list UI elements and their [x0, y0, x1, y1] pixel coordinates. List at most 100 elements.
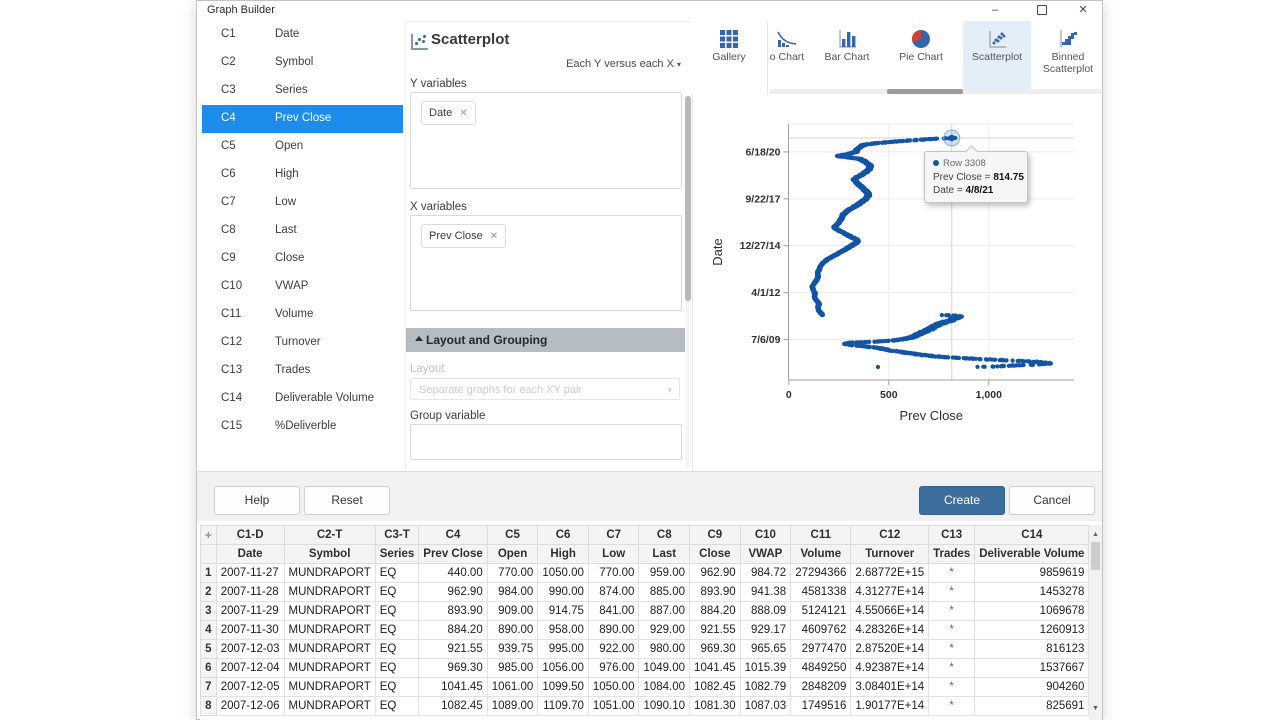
column-item-C3[interactable]: C3Series [202, 77, 403, 105]
table-cell[interactable]: 1260913 [975, 621, 1089, 640]
table-cell[interactable]: * [929, 583, 975, 602]
column-name-header[interactable]: Turnover [851, 545, 929, 564]
table-cell[interactable]: 1082.45 [419, 697, 487, 716]
table-cell[interactable]: 770.00 [588, 564, 639, 583]
table-cell[interactable]: 1041.45 [690, 659, 741, 678]
column-name-header[interactable]: Open [487, 545, 538, 564]
column-name-header[interactable]: Low [588, 545, 639, 564]
row-number[interactable]: 2 [201, 583, 217, 602]
row-number[interactable]: 7 [201, 678, 217, 697]
table-cell[interactable]: 904260 [975, 678, 1089, 697]
column-name-header[interactable]: Date [216, 545, 284, 564]
table-cell[interactable]: 2007-11-29 [216, 602, 284, 621]
table-cell[interactable]: 4.31277E+14 [851, 583, 929, 602]
column-name-header[interactable]: Trades [929, 545, 975, 564]
help-button[interactable]: Help [214, 486, 300, 515]
column-item-C13[interactable]: C13Trades [202, 357, 403, 385]
table-cell[interactable]: 885.00 [639, 583, 690, 602]
table-cell[interactable]: 1041.45 [419, 678, 487, 697]
column-name-header[interactable]: Close [690, 545, 741, 564]
column-item-C10[interactable]: C10VWAP [202, 273, 403, 301]
table-cell[interactable]: 841.00 [588, 602, 639, 621]
table-cell[interactable]: 2.68772E+15 [851, 564, 929, 583]
table-cell[interactable]: 825691 [975, 697, 1089, 716]
variable-chip[interactable]: Prev Close✕ [421, 224, 506, 248]
scatter-plot[interactable]: 6/18/209/22/1712/27/144/1/127/6/0905001,… [692, 96, 1104, 476]
gallery-item-bar-chart[interactable]: Bar Chart [811, 21, 883, 94]
table-cell[interactable]: 969.30 [690, 640, 741, 659]
y-variables-box[interactable]: Date✕ [410, 92, 682, 189]
column-name-header[interactable]: High [538, 545, 589, 564]
column-item-C5[interactable]: C5Open [202, 133, 403, 161]
table-cell[interactable]: 959.00 [639, 564, 690, 583]
variable-chip[interactable]: Date✕ [421, 101, 476, 125]
table-cell[interactable]: 27294366 [791, 564, 851, 583]
table-cell[interactable]: 1089.00 [487, 697, 538, 716]
table-cell[interactable]: EQ [375, 583, 419, 602]
table-cell[interactable]: * [929, 621, 975, 640]
table-cell[interactable]: 969.30 [419, 659, 487, 678]
table-cell[interactable]: EQ [375, 602, 419, 621]
title-bar[interactable]: Graph Builder – ✕ [197, 1, 1102, 22]
table-cell[interactable]: 1090.10 [639, 697, 690, 716]
minimize-button[interactable]: – [980, 1, 1010, 20]
table-cell[interactable]: MUNDRAPORT [284, 583, 375, 602]
table-cell[interactable]: 440.00 [419, 564, 487, 583]
table-cell[interactable]: 958.00 [538, 621, 589, 640]
table-cell[interactable]: 1087.03 [740, 697, 791, 716]
column-item-C12[interactable]: C12Turnover [202, 329, 403, 357]
table-cell[interactable]: MUNDRAPORT [284, 621, 375, 640]
column-name-header[interactable]: Prev Close [419, 545, 487, 564]
column-id-header[interactable]: C14 [975, 526, 1089, 545]
column-item-C6[interactable]: C6High [202, 161, 403, 189]
table-cell[interactable]: 2007-11-27 [216, 564, 284, 583]
column-id-header[interactable]: C1-D [216, 526, 284, 545]
row-number[interactable]: 3 [201, 602, 217, 621]
table-cell[interactable]: 1069678 [975, 602, 1089, 621]
column-id-header[interactable]: C7 [588, 526, 639, 545]
table-cell[interactable]: * [929, 697, 975, 716]
scroll-up-icon[interactable]: ▲ [1089, 527, 1102, 542]
table-cell[interactable]: 921.55 [419, 640, 487, 659]
table-cell[interactable]: 1050.00 [588, 678, 639, 697]
column-name-header[interactable]: Volume [791, 545, 851, 564]
row-number[interactable]: 1 [201, 564, 217, 583]
table-cell[interactable]: 1453278 [975, 583, 1089, 602]
table-cell[interactable]: EQ [375, 659, 419, 678]
x-variables-box[interactable]: Prev Close✕ [410, 215, 682, 311]
table-cell[interactable]: 995.00 [538, 640, 589, 659]
table-cell[interactable]: 965.65 [740, 640, 791, 659]
table-cell[interactable]: 3.08401E+14 [851, 678, 929, 697]
table-cell[interactable]: 1051.00 [588, 697, 639, 716]
column-item-C8[interactable]: C8Last [202, 217, 403, 245]
table-cell[interactable]: 4.28326E+14 [851, 621, 929, 640]
table-cell[interactable]: 887.00 [639, 602, 690, 621]
column-id-header[interactable]: C5 [487, 526, 538, 545]
table-cell[interactable]: 939.75 [487, 640, 538, 659]
column-id-header[interactable]: C6 [538, 526, 589, 545]
table-cell[interactable]: MUNDRAPORT [284, 697, 375, 716]
row-number[interactable]: 8 [201, 697, 217, 716]
scrollbar-thumb[interactable] [685, 96, 691, 301]
table-cell[interactable]: * [929, 640, 975, 659]
column-item-C15[interactable]: C15%Deliverble [202, 413, 403, 441]
table-cell[interactable]: 4.55066E+14 [851, 602, 929, 621]
table-cell[interactable]: 884.20 [690, 602, 741, 621]
gallery-item-pie-chart[interactable]: Pie Chart [885, 21, 957, 94]
table-cell[interactable]: 770.00 [487, 564, 538, 583]
column-item-C11[interactable]: C11Volume [202, 301, 403, 329]
mode-dropdown[interactable]: Each Y versus each X ▾ [566, 58, 681, 70]
table-cell[interactable]: 914.75 [538, 602, 589, 621]
table-cell[interactable]: 1749516 [791, 697, 851, 716]
table-cell[interactable]: 2007-12-05 [216, 678, 284, 697]
table-cell[interactable]: 990.00 [538, 583, 589, 602]
table-scrollbar-thumb[interactable] [1091, 542, 1100, 570]
table-scrollbar[interactable]: ▲ ▼ [1089, 525, 1102, 720]
table-cell[interactable]: 4.92387E+14 [851, 659, 929, 678]
gallery-item-gallery[interactable]: Gallery [693, 21, 765, 94]
gallery-scrollbar-thumb[interactable] [887, 89, 963, 94]
table-cell[interactable]: 1109.70 [538, 697, 589, 716]
table-cell[interactable]: 884.20 [419, 621, 487, 640]
table-cell[interactable]: EQ [375, 564, 419, 583]
column-id-header[interactable]: C11 [791, 526, 851, 545]
